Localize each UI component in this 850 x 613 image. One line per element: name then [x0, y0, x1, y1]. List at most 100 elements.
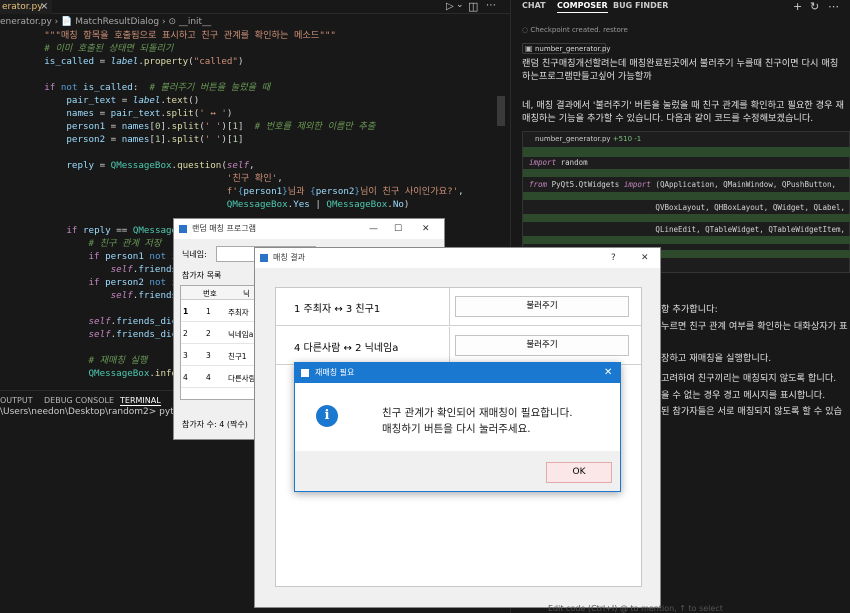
table-row[interactable]: 3 3 친구1	[181, 345, 259, 366]
row-index: 4	[183, 373, 188, 382]
cell-name: 친구1	[228, 352, 247, 361]
assistant-reply: 을 수 없는 경우 경고 메시지를 표시합니다.	[661, 390, 826, 401]
table-row[interactable]: 2 2 닉네임a	[181, 323, 259, 344]
participant-list-label: 참가자 목록	[182, 271, 222, 280]
card-filename: number_generator.py	[535, 135, 611, 143]
table-row[interactable]: 4 4 다른사람	[181, 367, 259, 388]
minimize-icon[interactable]: —	[369, 219, 378, 239]
cell-name: 주최자	[228, 308, 249, 317]
code-card-header: number_generator.py +510 -1	[523, 132, 850, 146]
assistant-reply: 항 추가합니다:	[661, 304, 718, 315]
user-message: 하는프로그램만들고싶어 가능할까	[522, 71, 652, 82]
window-title: 랜덤 매칭 프로그램	[192, 224, 256, 233]
app-icon	[301, 369, 309, 377]
composer-hint: Edit code (Ctrl+I) @ to mention, ↑ to se…	[548, 604, 723, 613]
code-line: import random	[529, 158, 588, 167]
breadcrumb-text: enerator.py › 📄 MatchResultDialog › ⊙ __…	[0, 17, 212, 27]
chevron-down-icon[interactable]: ⌄	[456, 0, 464, 10]
cell-number: 4	[206, 373, 211, 382]
participant-table[interactable]: 번호 닉 1 1 주최자 2 2 닉네임a 3 3 친구1 4 4 다른사람	[180, 285, 260, 400]
rematch-message-box[interactable]: 재매칭 필요 ✕ i 친구 관계가 확인되어 재매칭이 필요합니다. 매칭하기 …	[294, 362, 621, 492]
code-line: person2 = names[1].split(' ')[1]	[66, 134, 244, 145]
dialog-message: 친구 관계가 확인되어 재매칭이 필요합니다.	[382, 407, 573, 419]
tab-chat[interactable]: CHAT	[522, 1, 546, 10]
tab-debug-console[interactable]: DEBUG CONSOLE	[44, 396, 114, 405]
editor-tab-label: erator.py	[2, 2, 43, 12]
minimap-slider[interactable]	[497, 96, 505, 126]
match-row: 4 다른사람 ↔ 2 닉네임a 불러주기	[276, 327, 641, 365]
code-line: is_called = label.property("called")	[44, 56, 244, 67]
diff-added-row	[523, 192, 850, 200]
checkpoint-notice[interactable]: ◌ Checkpoint created. restore	[522, 26, 628, 34]
call-button[interactable]: 불러주기	[455, 296, 629, 317]
divider	[449, 327, 450, 365]
cell-name: 닉네임a	[228, 330, 254, 339]
code-line: # 이미 호출된 상태면 되돌리기	[0, 43, 174, 54]
code-line: names = pair_text.split(' ↔ ')	[66, 108, 233, 119]
match-pair-label: 1 주최자 ↔ 3 친구1	[294, 304, 381, 315]
assistant-reply: 매칭하는 기능을 추가할 수 있습니다. 다음과 같이 코드를 수정해보겠습니다…	[522, 113, 814, 124]
code-line: QLineEdit, QTableWidget, QTableWidgetIte…	[529, 225, 850, 234]
editor-tab-bar: erator.py × ▷ ⌄ ◫ ⋯	[0, 0, 510, 14]
breadcrumb[interactable]: enerator.py › 📄 MatchResultDialog › ⊙ __…	[0, 15, 510, 29]
close-icon[interactable]: ✕	[604, 363, 612, 383]
history-icon[interactable]: ↻	[810, 0, 819, 13]
tab-composer[interactable]: COMPOSER	[557, 1, 608, 13]
table-header: 번호 닉	[181, 286, 259, 300]
checkpoint-text: Checkpoint created. restore	[530, 26, 628, 34]
run-icon[interactable]: ▷	[446, 1, 454, 12]
tab-output[interactable]: OUTPUT	[0, 396, 33, 405]
window-titlebar[interactable]: 랜덤 매칭 프로그램 — ☐ ✕	[174, 219, 444, 239]
table-row[interactable]: 1 1 주최자	[181, 301, 259, 322]
column-header[interactable]: 번호	[203, 288, 217, 299]
diff-added-row	[523, 214, 850, 222]
editor-tab[interactable]: erator.py ×	[0, 0, 52, 14]
nickname-label: 닉네임:	[182, 250, 207, 259]
close-icon[interactable]: ✕	[422, 219, 430, 239]
app-icon	[260, 254, 268, 262]
app-icon	[179, 225, 187, 233]
attachment-chip[interactable]: ▣ number_generator.py	[522, 43, 611, 54]
code-line: QVBoxLayout, QHBoxLayout, QWidget, QLabe…	[529, 203, 846, 212]
dialog-titlebar[interactable]: 재매칭 필요 ✕	[295, 363, 620, 383]
code-line: person1 = names[0].split(' ')[1] # 번호를 제…	[66, 121, 376, 132]
attachment-label: number_generator.py	[535, 45, 611, 53]
plus-icon[interactable]: +	[793, 0, 802, 13]
tab-bug-finder[interactable]: BUG FINDER	[613, 1, 668, 10]
cell-name: 다른사람	[228, 374, 256, 383]
row-index: 1	[183, 307, 189, 316]
assistant-reply: 된 참가자들은 서로 매칭되지 않도록 할 수 있습	[661, 406, 843, 417]
assistant-reply: 누르면 친구 관계 여부를 확인하는 대화상자가 표	[661, 321, 848, 332]
row-index: 2	[183, 329, 188, 338]
cell-number: 1	[206, 307, 211, 316]
match-row: 1 주최자 ↔ 3 친구1 불러주기	[276, 288, 641, 326]
tab-terminal[interactable]: TERMINAL	[120, 396, 161, 406]
diff-added-row	[523, 236, 850, 244]
more-icon[interactable]: ⋯	[828, 0, 839, 13]
code-line: '친구 확인',	[226, 173, 283, 184]
participant-count: 참가자 수: 4 (짝수)	[182, 420, 248, 429]
call-button[interactable]: 불러주기	[455, 335, 629, 356]
assistant-reply: 고려하여 친구끼리는 매칭되지 않도록 합니다.	[661, 373, 837, 384]
ok-button[interactable]: OK	[546, 462, 612, 483]
help-icon[interactable]: ?	[611, 248, 616, 268]
terminal-prompt: \Users\needon\Desktop\random2> python	[0, 407, 191, 417]
split-editor-icon[interactable]: ◫	[468, 0, 478, 13]
more-icon[interactable]: ⋯	[486, 0, 496, 11]
assistant-reply: 장하고 재매칭을 실행합니다.	[661, 353, 772, 364]
window-titlebar[interactable]: 매칭 결과 ? ✕	[255, 248, 660, 268]
code-line: f'{person1}님과 {person2}님이 친구 사이인가요?',	[226, 186, 464, 197]
diff-stats: +510 -1	[612, 135, 642, 143]
diff-added-row	[523, 169, 850, 177]
column-header[interactable]: 닉	[243, 288, 250, 299]
code-line: pair_text = label.text()	[66, 95, 200, 106]
code-line: """매칭 항목을 호출됨으로 표시하고 친구 관계를 확인하는 메소드"""	[0, 30, 336, 41]
file-icon: ▣	[525, 44, 533, 53]
row-index: 3	[183, 351, 188, 360]
close-icon[interactable]: ×	[40, 0, 48, 14]
dialog-message: 매칭하기 버튼을 다시 눌러주세요.	[382, 423, 531, 435]
maximize-icon[interactable]: ☐	[394, 219, 402, 239]
code-line: if not is_called: # 불러주기 버튼을 눌렀을 때	[44, 82, 271, 93]
cell-number: 2	[206, 329, 211, 338]
close-icon[interactable]: ✕	[641, 248, 649, 268]
